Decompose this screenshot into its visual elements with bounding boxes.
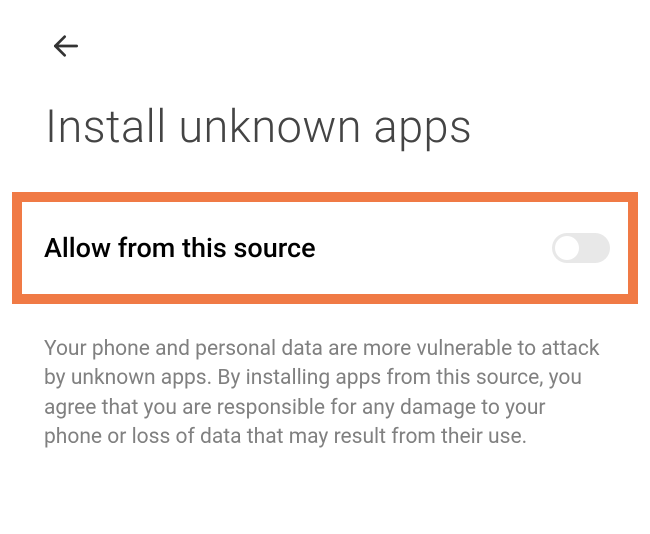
warning-description: Your phone and personal data are more vu… [44, 335, 602, 453]
back-button[interactable] [48, 30, 84, 66]
allow-source-setting-row[interactable]: Allow from this source [12, 192, 638, 304]
back-arrow-icon [50, 30, 82, 66]
allow-source-label: Allow from this source [44, 232, 316, 264]
allow-source-toggle[interactable] [552, 233, 610, 263]
page-title: Install unknown apps [45, 100, 472, 153]
toggle-knob [555, 236, 579, 260]
